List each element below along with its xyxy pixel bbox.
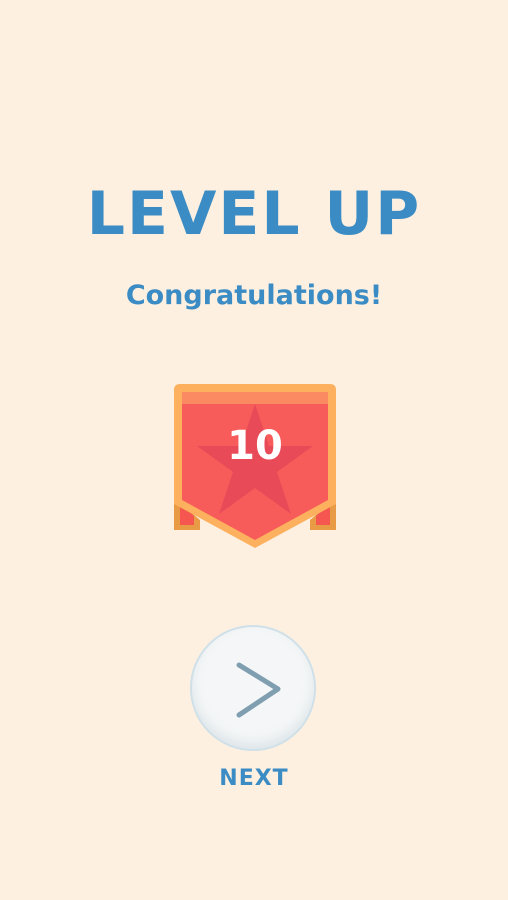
next-label[interactable]: NEXT: [0, 764, 508, 794]
page-title: LEVEL UP: [86, 179, 422, 249]
level-badge: 10: [170, 380, 340, 555]
congratulations-subtitle: Congratulations!: [125, 280, 383, 311]
level-up-screen: LEVEL UP Congratulations! 10 NEXT: [0, 0, 508, 900]
next-button[interactable]: [190, 625, 316, 751]
level-number: 10: [227, 423, 283, 469]
chevron-right-icon: [236, 662, 281, 718]
